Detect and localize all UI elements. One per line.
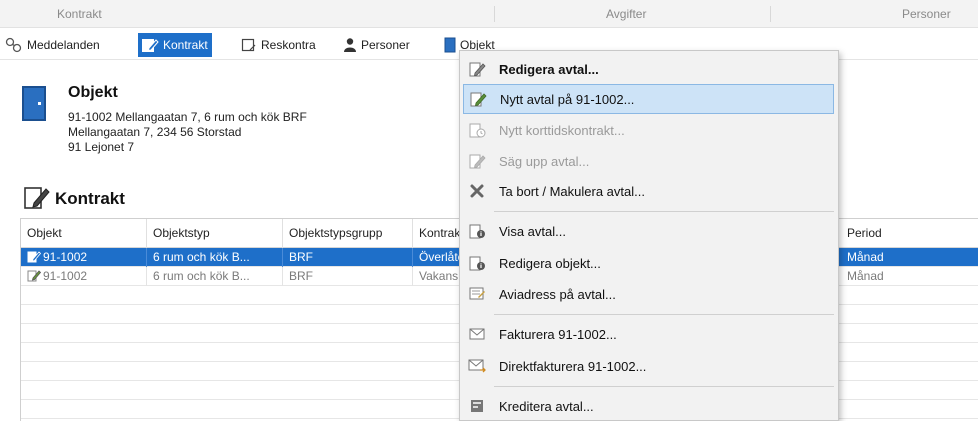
tab-label: Kontrakt [163, 38, 208, 52]
menu-item-label: Nytt avtal på 91-1002... [500, 91, 635, 107]
tab-reskontra[interactable]: Reskontra [238, 33, 320, 57]
column-header-objektstyp[interactable]: Objektstyp [147, 219, 283, 248]
cell-objektstyp: 6 rum och kök B... [147, 267, 283, 286]
cell-period: Månad [847, 269, 884, 283]
menu-item-label: Fakturera 91-1002... [499, 326, 617, 342]
menu-item-label: Visa avtal... [499, 223, 566, 239]
tab-label: Reskontra [261, 38, 316, 52]
menu-item-label: Ta bort / Makulera avtal... [499, 183, 645, 199]
menu-item-visa-avtal[interactable]: Visa avtal... [463, 216, 834, 246]
section-title: Kontrakt [55, 189, 125, 208]
group-separator [494, 6, 495, 22]
delete-icon [470, 184, 484, 198]
group-personer: Personer [902, 7, 951, 21]
menu-item-label: Aviadress på avtal... [499, 286, 616, 302]
credit-icon [471, 400, 483, 412]
edit-object-icon [469, 256, 485, 271]
people-link-icon [5, 37, 22, 53]
menu-separator [494, 386, 834, 387]
menu-item-redigera-avtal[interactable]: Redigera avtal... [463, 54, 834, 84]
cell-objekt: 91-1002 [21, 267, 147, 286]
tab-personer[interactable]: Personer [340, 33, 414, 57]
group-separator [770, 6, 771, 22]
column-header-period[interactable]: Period [841, 219, 978, 248]
menu-item-nytt-korttidskontrakt[interactable]: Nytt korttidskontrakt... [463, 115, 834, 145]
menu-item-label: Redigera objekt... [499, 255, 601, 271]
menu-item-label: Direktfakturera 91-1002... [499, 358, 647, 374]
envelope-arrow-icon [468, 359, 486, 373]
menu-item-label: Nytt korttidskontrakt... [499, 122, 625, 138]
terminate-contract-icon [469, 154, 486, 169]
cell-period: Månad [847, 250, 884, 264]
contract-edit-icon [142, 39, 159, 52]
objekt-title: Objekt [68, 84, 118, 101]
menu-item-label: Kreditera avtal... [499, 398, 594, 414]
menu-item-label: Redigera avtal... [499, 61, 599, 77]
menu-item-fakturera[interactable]: Fakturera 91-1002... [463, 319, 834, 349]
context-menu: Redigera avtal... Nytt avtal på 91-1002.… [459, 50, 839, 421]
tab-label: Personer [361, 38, 410, 52]
tab-kontrakt[interactable]: Kontrakt [138, 33, 212, 57]
menu-item-nytt-avtal[interactable]: Nytt avtal på 91-1002... [463, 84, 834, 114]
column-header-objektstypsgrupp[interactable]: Objektstypsgrupp [283, 219, 413, 248]
cell-objektstyp: 6 rum och kök B... [147, 248, 283, 267]
contract-row-icon [27, 251, 41, 263]
menu-separator [494, 211, 834, 212]
person-icon [344, 38, 356, 52]
contract-edit-icon [24, 187, 50, 209]
tab-meddelanden[interactable]: Meddelanden [2, 33, 104, 57]
cell-text: 91-1002 [43, 250, 88, 264]
objekt-street-line: Mellangaatan 7, 234 56 Storstad [68, 125, 242, 139]
menu-item-ta-bort-makulera[interactable]: Ta bort / Makulera avtal... [463, 176, 834, 206]
objekt-door-icon [22, 86, 46, 121]
cell-objekt: 91-1002 [21, 248, 147, 267]
group-kontrakt: Kontrakt [57, 7, 102, 21]
menu-separator [494, 314, 834, 315]
envelope-icon [469, 328, 485, 340]
vacant-contract-icon [27, 270, 41, 282]
cell-grupp: BRF [283, 248, 413, 267]
ledger-icon [241, 38, 256, 52]
cell-text: 91-1002 [43, 269, 88, 283]
view-contract-icon [469, 224, 485, 239]
menu-item-redigera-objekt[interactable]: Redigera objekt... [463, 248, 834, 278]
address-icon [469, 287, 485, 300]
short-term-contract-icon [469, 123, 486, 138]
objekt-property-line: 91 Lejonet 7 [68, 140, 135, 154]
cell-grupp: BRF [283, 267, 413, 286]
column-header-objekt[interactable]: Objekt [21, 219, 147, 248]
tab-label: Meddelanden [27, 38, 100, 52]
group-header: Kontrakt Avgifter Personer [0, 0, 978, 28]
new-contract-icon [470, 92, 487, 107]
menu-item-direktfakturera[interactable]: Direktfakturera 91-1002... [463, 351, 834, 381]
object-icon [444, 37, 456, 53]
edit-contract-icon [469, 62, 486, 77]
menu-item-aviadress[interactable]: Aviadress på avtal... [463, 279, 834, 309]
menu-item-label: Säg upp avtal... [499, 153, 590, 169]
group-avgifter: Avgifter [606, 7, 647, 21]
menu-item-kreditera[interactable]: Kreditera avtal... [463, 391, 834, 421]
objekt-address-line: 91-1002 Mellangaatan 7, 6 rum och kök BR… [68, 110, 307, 124]
menu-item-sag-upp-avtal[interactable]: Säg upp avtal... [463, 146, 834, 176]
